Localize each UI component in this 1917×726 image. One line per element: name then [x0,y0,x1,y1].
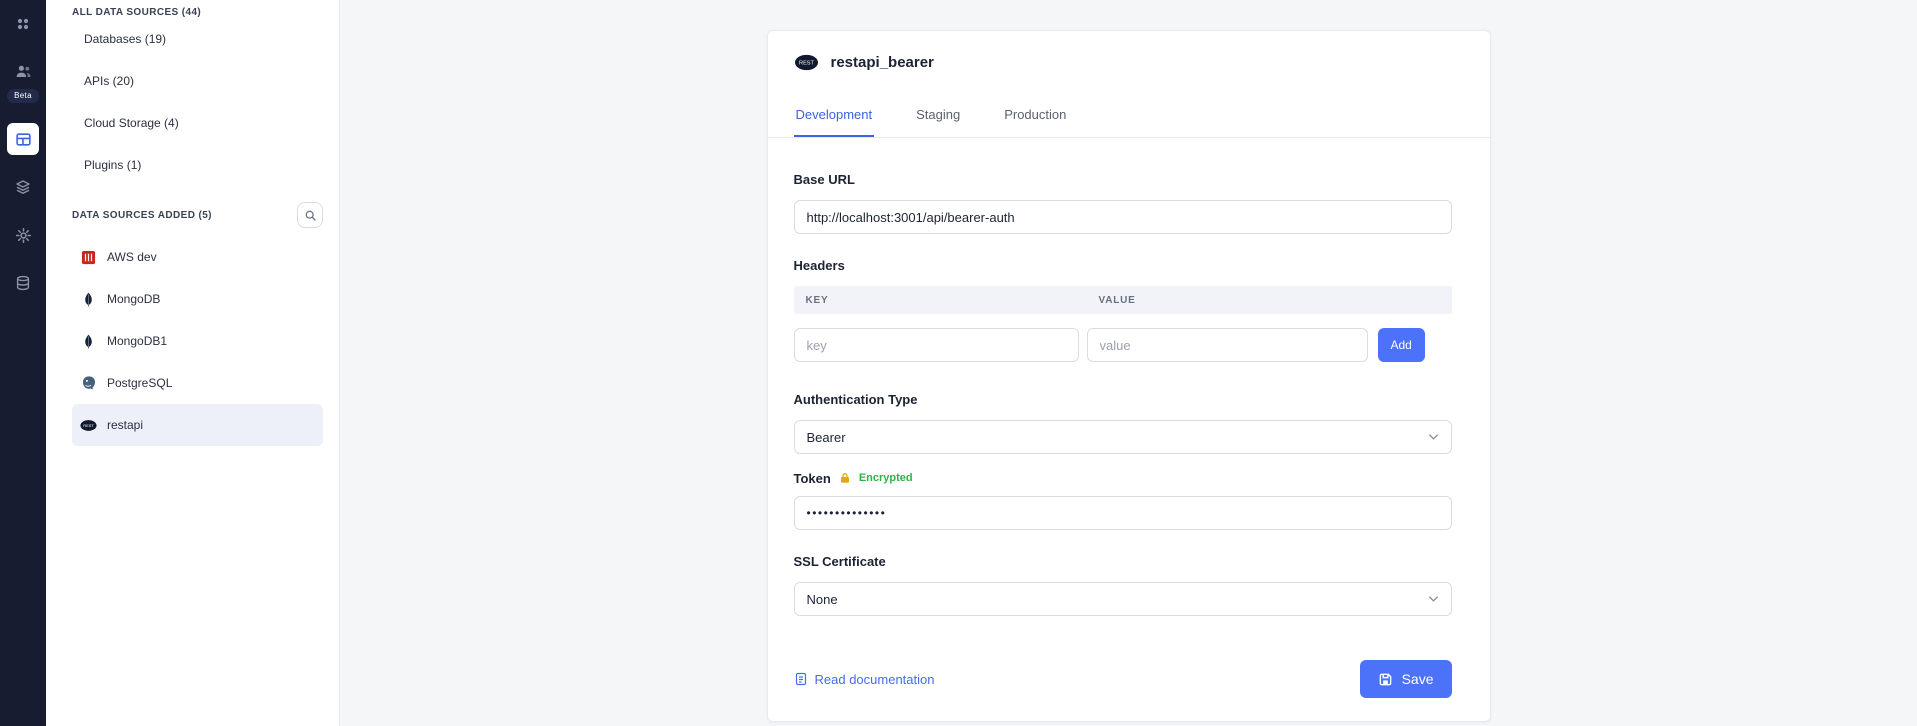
svg-text:REST: REST [83,423,94,428]
settings-gear-icon-button[interactable] [7,219,39,251]
key-column-header: KEY [794,295,1087,306]
data-source-label: restapi [107,418,143,432]
apps-grid-icon-button[interactable] [7,8,39,40]
header-key-input[interactable] [794,328,1079,362]
added-data-sources-list: AWS dev MongoDB MongoDB1 PostgreSQL [72,236,323,446]
svg-text:REST: REST [799,60,814,66]
config-form: Base URL Headers KEY VALUE Add Authentic… [768,172,1490,698]
auth-type-value: Bearer [807,430,846,445]
auth-type-label: Authentication Type [794,392,1452,408]
search-icon [304,209,317,222]
database-icon [15,275,31,291]
mongodb-icon [80,291,97,308]
restapi-icon: REST [80,417,97,434]
auth-type-select[interactable]: Bearer [794,420,1452,454]
sidebar-item-apis[interactable]: APIs (20) [72,60,323,102]
gear-icon [15,227,32,244]
data-source-label: MongoDB [107,292,160,306]
document-icon [794,672,808,686]
header-value-input[interactable] [1087,328,1368,362]
section-title-data-sources-added: DATA SOURCES ADDED (5) [72,202,323,228]
token-label-row: Token Encrypted [794,470,1452,486]
data-source-item-mongodb1[interactable]: MongoDB1 [72,320,323,362]
tab-production[interactable]: Production [1002,97,1068,137]
ssl-certificate-select[interactable]: None [794,582,1452,616]
token-input[interactable] [794,496,1452,530]
save-button[interactable]: Save [1360,660,1452,698]
header-key-value-row: Add [794,328,1452,362]
add-header-button[interactable]: Add [1378,328,1425,362]
apps-grid-icon [15,16,31,32]
main-area: REST restapi_bearer Development Staging … [340,0,1917,726]
sidebar-item-cloud-storage[interactable]: Cloud Storage (4) [72,102,323,144]
encrypted-badge: Encrypted [859,472,913,484]
layers-icon [15,179,31,195]
base-url-label: Base URL [794,172,1452,188]
tab-staging[interactable]: Staging [914,97,962,137]
left-icon-rail: Beta [0,0,46,726]
environment-tabs: Development Staging Production [768,97,1490,138]
database-icon-button[interactable] [7,267,39,299]
chevron-down-icon [1428,433,1439,441]
app-root: Beta ALL DATA SOURCES (44) Databases ( [0,0,1917,726]
beta-badge: Beta [7,89,39,103]
headers-label: Headers [794,258,1452,274]
card-header: REST restapi_bearer [768,31,1490,73]
data-source-config-card: REST restapi_bearer Development Staging … [767,30,1491,722]
read-documentation-text: Read documentation [815,672,935,687]
data-source-item-postgresql[interactable]: PostgreSQL [72,362,323,404]
layers-icon-button[interactable] [7,171,39,203]
users-icon [15,63,32,80]
data-source-item-aws-dev[interactable]: AWS dev [72,236,323,278]
headers-table-header: KEY VALUE [794,286,1452,314]
aws-icon [80,249,97,266]
read-documentation-link[interactable]: Read documentation [794,672,935,687]
search-button[interactable] [297,202,323,228]
users-icon-button[interactable] [7,55,39,87]
section-title-text: DATA SOURCES ADDED (5) [72,210,212,221]
sidebar-item-databases[interactable]: Databases (19) [72,18,323,60]
mongodb-icon [80,333,97,350]
data-source-label: AWS dev [107,250,157,264]
postgresql-icon [80,375,97,392]
save-button-text: Save [1402,671,1434,687]
section-title-text: ALL DATA SOURCES (44) [72,7,201,18]
tab-development[interactable]: Development [794,97,875,137]
page-title: restapi_bearer [831,54,934,71]
chevron-down-icon [1428,595,1439,603]
card-footer: Read documentation Save [794,660,1452,698]
save-icon [1378,672,1393,687]
ssl-certificate-label: SSL Certificate [794,554,1452,570]
data-source-label: MongoDB1 [107,334,167,348]
data-sources-sidebar: ALL DATA SOURCES (44) Databases (19) API… [46,0,340,726]
sidebar-item-plugins[interactable]: Plugins (1) [72,144,323,186]
data-source-item-restapi[interactable]: REST restapi [72,404,323,446]
data-source-item-mongodb[interactable]: MongoDB [72,278,323,320]
section-title-all-data-sources: ALL DATA SOURCES (44) [72,6,323,18]
value-column-header: VALUE [1087,295,1136,306]
data-sources-icon-button[interactable] [7,123,39,155]
ssl-certificate-value: None [807,592,838,607]
table-icon [15,131,32,148]
data-source-label: PostgreSQL [107,376,172,390]
base-url-input[interactable] [794,200,1452,234]
token-label: Token [794,471,831,486]
lock-icon [839,472,851,484]
restapi-icon: REST [794,54,819,71]
